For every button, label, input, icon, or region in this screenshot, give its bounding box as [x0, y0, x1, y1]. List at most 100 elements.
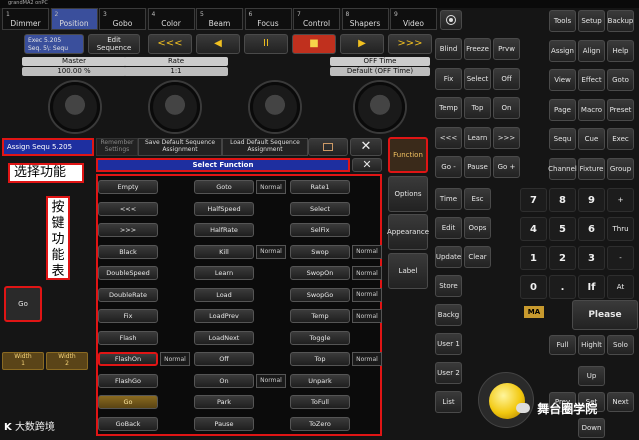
- key-clear[interactable]: Clear: [464, 246, 491, 268]
- key-time[interactable]: Time: [435, 188, 462, 210]
- key-full[interactable]: Full: [549, 335, 576, 355]
- key-store[interactable]: Store: [435, 275, 462, 297]
- save-default-button[interactable]: Save Default Sequence Assignment: [138, 138, 222, 156]
- numpad-9[interactable]: 9: [578, 188, 605, 212]
- go-button[interactable]: Go: [4, 286, 42, 322]
- key-esc[interactable]: Esc: [464, 188, 491, 210]
- key-up[interactable]: Up: [578, 366, 605, 386]
- function-doublerate[interactable]: DoubleRate: [98, 287, 158, 302]
- function-go[interactable]: Go: [98, 395, 158, 409]
- numpad-thru[interactable]: Thru: [607, 217, 634, 241]
- key-goxx[interactable]: Go +: [493, 156, 520, 178]
- transport-button-0[interactable]: <<<: [148, 34, 192, 54]
- normal-mode-flashon[interactable]: Normal: [160, 352, 190, 366]
- exec-button[interactable]: Exec 5.205 Seq. 5\: Sequ: [24, 34, 84, 54]
- normal-mode-swopgo[interactable]: Normal: [352, 287, 382, 302]
- function-xxx[interactable]: <<<: [98, 201, 158, 216]
- encoder-knob-3[interactable]: [250, 82, 300, 132]
- key-off[interactable]: Off: [493, 67, 520, 90]
- numpad-4[interactable]: 4: [520, 217, 547, 241]
- key-prvw[interactable]: Prvw: [493, 38, 520, 60]
- rate-knob[interactable]: [150, 82, 200, 132]
- key-update[interactable]: Update: [435, 246, 462, 268]
- function-flash[interactable]: Flash: [98, 330, 158, 345]
- numpad-x[interactable]: +: [607, 188, 634, 212]
- key-backup[interactable]: Backup: [607, 10, 634, 32]
- numpad-2[interactable]: 2: [549, 246, 576, 270]
- menu-function[interactable]: Function: [388, 137, 428, 173]
- numpad-6[interactable]: 6: [578, 217, 605, 241]
- normal-mode-goto[interactable]: Normal: [256, 180, 286, 194]
- function-selfix[interactable]: SelFix: [290, 223, 350, 237]
- tab-control[interactable]: 7 Control: [293, 8, 340, 30]
- function-black[interactable]: Black: [98, 244, 158, 259]
- function-loadprev[interactable]: LoadPrev: [194, 309, 254, 323]
- key-fix[interactable]: Fix: [435, 67, 462, 90]
- key-down[interactable]: Down: [578, 418, 605, 438]
- key-macro[interactable]: Macro: [578, 98, 605, 121]
- menu-label[interactable]: Label: [388, 252, 428, 289]
- width-button-1[interactable]: Width 1: [2, 352, 44, 370]
- key-goto[interactable]: Goto: [607, 69, 634, 91]
- function-fix[interactable]: Fix: [98, 309, 158, 323]
- function-on[interactable]: On: [194, 373, 254, 388]
- menu-appearance[interactable]: Appearance: [387, 214, 429, 250]
- menu-options[interactable]: Options: [388, 175, 428, 212]
- function-flashon[interactable]: FlashOn: [98, 352, 158, 366]
- normal-mode-on[interactable]: Normal: [256, 373, 286, 388]
- numpad-3[interactable]: 3: [578, 246, 605, 270]
- key-pause[interactable]: Pause: [464, 156, 491, 178]
- key-help[interactable]: Help: [607, 39, 634, 62]
- key-user2[interactable]: User 2: [435, 362, 462, 384]
- key-tools[interactable]: Tools: [549, 10, 576, 32]
- numpad-5[interactable]: 5: [549, 217, 576, 241]
- function-kill[interactable]: Kill: [194, 244, 254, 259]
- off-time-knob[interactable]: [355, 82, 405, 132]
- function-flashgo[interactable]: FlashGo: [98, 373, 158, 388]
- key-assign[interactable]: Assign: [549, 39, 576, 62]
- transport-button-1[interactable]: ◀: [196, 34, 240, 54]
- key-exec[interactable]: Exec: [607, 128, 634, 150]
- window-icon-button[interactable]: [308, 138, 348, 156]
- key-on[interactable]: On: [493, 97, 520, 119]
- key-xxx[interactable]: >>>: [493, 126, 520, 149]
- key-goxx[interactable]: Go -: [435, 156, 462, 178]
- function-swopgo[interactable]: SwopGo: [290, 287, 350, 302]
- key-highlt[interactable]: Highlt: [578, 335, 605, 355]
- numpad-x[interactable]: .: [549, 275, 576, 299]
- master-knob[interactable]: [50, 82, 100, 132]
- normal-mode-swopon[interactable]: Normal: [352, 266, 382, 280]
- numpad-if[interactable]: If: [578, 275, 605, 299]
- normal-mode-kill[interactable]: Normal: [256, 244, 286, 259]
- load-default-button[interactable]: Load Default Sequence Assignment: [222, 138, 308, 156]
- tab-focus[interactable]: 6 Focus: [244, 8, 292, 30]
- key-fixture[interactable]: Fixture: [578, 157, 605, 180]
- function-tozero[interactable]: ToZero: [290, 416, 350, 431]
- function-tofull[interactable]: ToFull: [290, 395, 350, 409]
- key-blind[interactable]: Blind: [435, 38, 462, 60]
- key-setup[interactable]: Setup: [578, 10, 605, 32]
- tab-gobo[interactable]: 3 Gobo: [99, 8, 146, 30]
- tab-dimmer[interactable]: 1 Dimmer: [2, 8, 49, 30]
- key-select[interactable]: Select: [464, 67, 491, 90]
- function-toggle[interactable]: Toggle: [290, 330, 350, 345]
- key-view[interactable]: View: [549, 69, 576, 91]
- key-list[interactable]: List: [435, 391, 462, 413]
- function-top[interactable]: Top: [290, 352, 350, 366]
- function-learn[interactable]: Learn: [194, 266, 254, 280]
- function-rate1[interactable]: Rate1: [290, 180, 350, 194]
- key-top[interactable]: Top: [464, 97, 491, 119]
- key-cue[interactable]: Cue: [578, 128, 605, 150]
- transport-button-3[interactable]: ■: [292, 34, 336, 54]
- key-learn[interactable]: Learn: [464, 126, 491, 149]
- numpad-0[interactable]: 0: [520, 275, 547, 299]
- transport-button-4[interactable]: ▶: [340, 34, 384, 54]
- ma-button[interactable]: MA: [524, 306, 544, 318]
- key-page[interactable]: Page: [549, 98, 576, 121]
- key-effect[interactable]: Effect: [578, 69, 605, 91]
- key-group[interactable]: Group: [607, 157, 634, 180]
- numpad-1[interactable]: 1: [520, 246, 547, 270]
- key-preset[interactable]: Preset: [607, 98, 634, 121]
- function-load[interactable]: Load: [194, 287, 254, 302]
- function-goback[interactable]: GoBack: [98, 416, 158, 431]
